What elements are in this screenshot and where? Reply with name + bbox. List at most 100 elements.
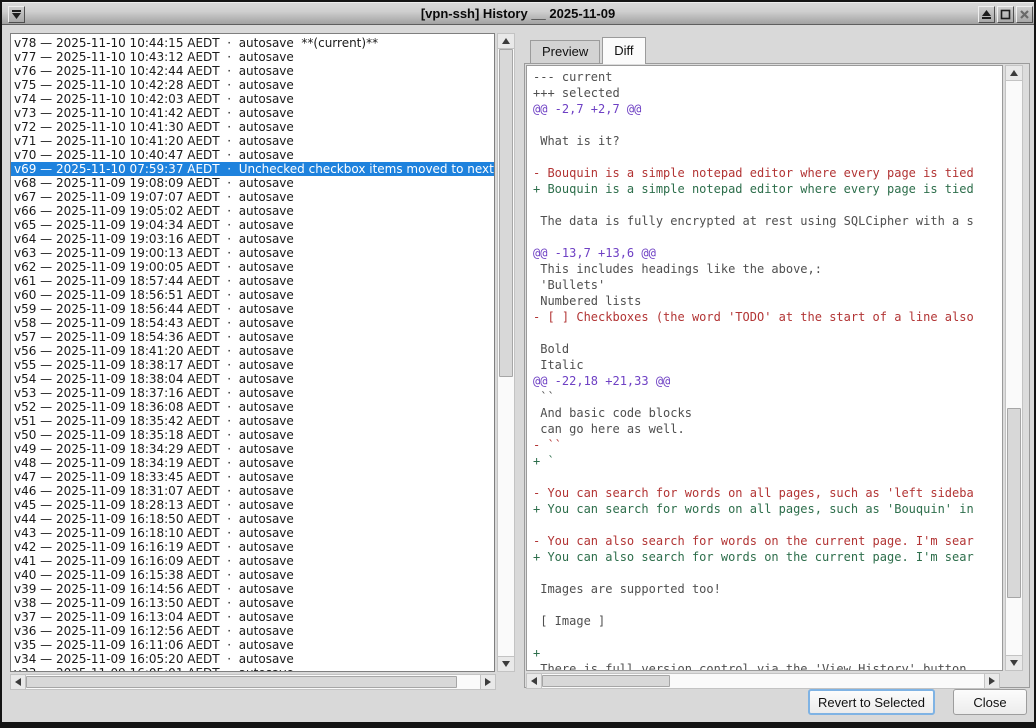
scroll-track[interactable]: [498, 49, 514, 656]
titlebar[interactable]: [vpn-ssh] History __ 2025-11-09: [2, 2, 1034, 25]
diff-text[interactable]: --- current+++ selected@@ -2,7 +2,7 @@ W…: [526, 65, 1003, 671]
history-row[interactable]: v69 — 2025-11-10 07:59:37 AEDT · Uncheck…: [11, 162, 494, 176]
scroll-up-arrow[interactable]: [1006, 66, 1022, 81]
diff-line: 'Bullets': [533, 277, 1002, 293]
history-row[interactable]: v77 — 2025-11-10 10:43:12 AEDT · autosav…: [11, 50, 494, 64]
diff-line: + Bouquin is a simple notepad editor whe…: [533, 181, 1002, 197]
scroll-thumb[interactable]: [26, 676, 457, 688]
history-row[interactable]: v68 — 2025-11-09 19:08:09 AEDT · autosav…: [11, 176, 494, 190]
shade-button[interactable]: [978, 6, 995, 23]
history-row[interactable]: v34 — 2025-11-09 16:05:20 AEDT · autosav…: [11, 652, 494, 666]
history-row[interactable]: v39 — 2025-11-09 16:14:56 AEDT · autosav…: [11, 582, 494, 596]
diff-line: [533, 117, 1002, 133]
history-row[interactable]: v33 — 2025-11-09 16:05:01 AEDT · autosav…: [11, 666, 494, 672]
diff-line: [533, 197, 1002, 213]
history-row[interactable]: v64 — 2025-11-09 19:03:16 AEDT · autosav…: [11, 232, 494, 246]
scroll-right-arrow[interactable]: [984, 674, 999, 688]
diff-line: Bold: [533, 341, 1002, 357]
history-row[interactable]: v70 — 2025-11-10 10:40:47 AEDT · autosav…: [11, 148, 494, 162]
history-row[interactable]: v46 — 2025-11-09 18:31:07 AEDT · autosav…: [11, 484, 494, 498]
scroll-up-arrow[interactable]: [498, 34, 514, 49]
diff-hscrollbar[interactable]: [526, 673, 1000, 689]
scroll-track[interactable]: [542, 674, 984, 688]
revert-button[interactable]: Revert to Selected: [808, 689, 935, 715]
history-row[interactable]: v78 — 2025-11-10 10:44:15 AEDT · autosav…: [11, 36, 494, 50]
history-row[interactable]: v52 — 2025-11-09 18:36:08 AEDT · autosav…: [11, 400, 494, 414]
diff-line: [533, 149, 1002, 165]
diff-line: What is it?: [533, 133, 1002, 149]
scroll-down-arrow[interactable]: [498, 656, 514, 671]
history-row[interactable]: v48 — 2025-11-09 18:34:19 AEDT · autosav…: [11, 456, 494, 470]
history-row[interactable]: v40 — 2025-11-09 16:15:38 AEDT · autosav…: [11, 568, 494, 582]
diff-line: +++ selected: [533, 85, 1002, 101]
diff-line: [533, 629, 1002, 645]
diff-line: [533, 597, 1002, 613]
history-row[interactable]: v35 — 2025-11-09 16:11:06 AEDT · autosav…: [11, 638, 494, 652]
history-row[interactable]: v66 — 2025-11-09 19:05:02 AEDT · autosav…: [11, 204, 494, 218]
history-row[interactable]: v49 — 2025-11-09 18:34:29 AEDT · autosav…: [11, 442, 494, 456]
diff-line: - You can search for words on all pages,…: [533, 485, 1002, 501]
history-row[interactable]: v53 — 2025-11-09 18:37:16 AEDT · autosav…: [11, 386, 494, 400]
history-row[interactable]: v61 — 2025-11-09 18:57:44 AEDT · autosav…: [11, 274, 494, 288]
diff-vscrollbar[interactable]: [1005, 65, 1023, 671]
history-row[interactable]: v73 — 2025-11-10 10:41:42 AEDT · autosav…: [11, 106, 494, 120]
diff-line: @@ -22,18 +21,33 @@: [533, 373, 1002, 389]
scroll-right-arrow[interactable]: [480, 675, 495, 689]
history-row[interactable]: v55 — 2025-11-09 18:38:17 AEDT · autosav…: [11, 358, 494, 372]
history-row[interactable]: v47 — 2025-11-09 18:33:45 AEDT · autosav…: [11, 470, 494, 484]
history-row[interactable]: v51 — 2025-11-09 18:35:42 AEDT · autosav…: [11, 414, 494, 428]
diff-line: There is full version control via the 'V…: [533, 661, 1002, 671]
close-window-button[interactable]: Close: [953, 689, 1027, 715]
scroll-left-arrow[interactable]: [11, 675, 26, 689]
scroll-thumb[interactable]: [1007, 408, 1021, 597]
maximize-button[interactable]: [997, 6, 1014, 23]
diff-line: Images are supported too!: [533, 581, 1002, 597]
diff-line: And basic code blocks: [533, 405, 1002, 421]
history-row[interactable]: v36 — 2025-11-09 16:12:56 AEDT · autosav…: [11, 624, 494, 638]
window-menu-button[interactable]: [8, 6, 25, 23]
history-hscrollbar[interactable]: [10, 674, 496, 690]
tab-bar: Preview Diff: [524, 37, 648, 63]
history-row[interactable]: v62 — 2025-11-09 19:00:05 AEDT · autosav…: [11, 260, 494, 274]
close-button[interactable]: [1016, 6, 1033, 23]
history-row[interactable]: v54 — 2025-11-09 18:38:04 AEDT · autosav…: [11, 372, 494, 386]
tab-diff[interactable]: Diff: [602, 37, 645, 64]
history-row[interactable]: v37 — 2025-11-09 16:13:04 AEDT · autosav…: [11, 610, 494, 624]
history-row[interactable]: v42 — 2025-11-09 16:16:19 AEDT · autosav…: [11, 540, 494, 554]
scroll-thumb[interactable]: [542, 675, 670, 687]
history-row[interactable]: v71 — 2025-11-10 10:41:20 AEDT · autosav…: [11, 134, 494, 148]
history-row[interactable]: v41 — 2025-11-09 16:16:09 AEDT · autosav…: [11, 554, 494, 568]
history-row[interactable]: v63 — 2025-11-09 19:00:13 AEDT · autosav…: [11, 246, 494, 260]
scroll-left-arrow[interactable]: [527, 674, 542, 688]
history-list[interactable]: v78 — 2025-11-10 10:44:15 AEDT · autosav…: [10, 33, 495, 672]
history-row[interactable]: v45 — 2025-11-09 18:28:13 AEDT · autosav…: [11, 498, 494, 512]
diff-line: - [ ] Checkboxes (the word 'TODO' at the…: [533, 309, 1002, 325]
arrow-up-icon: [1010, 70, 1018, 76]
scroll-track[interactable]: [26, 675, 480, 689]
scroll-thumb[interactable]: [499, 49, 513, 377]
history-row[interactable]: v65 — 2025-11-09 19:04:34 AEDT · autosav…: [11, 218, 494, 232]
history-row[interactable]: v75 — 2025-11-10 10:42:28 AEDT · autosav…: [11, 78, 494, 92]
diff-line: + `: [533, 453, 1002, 469]
tab-preview[interactable]: Preview: [530, 40, 600, 63]
diff-line: [533, 469, 1002, 485]
history-row[interactable]: v59 — 2025-11-09 18:56:44 AEDT · autosav…: [11, 302, 494, 316]
scroll-track[interactable]: [1006, 81, 1022, 655]
history-row[interactable]: v72 — 2025-11-10 10:41:30 AEDT · autosav…: [11, 120, 494, 134]
diff-line: - Bouquin is a simple notepad editor whe…: [533, 165, 1002, 181]
history-row[interactable]: v43 — 2025-11-09 16:18:10 AEDT · autosav…: [11, 526, 494, 540]
history-row[interactable]: v67 — 2025-11-09 19:07:07 AEDT · autosav…: [11, 190, 494, 204]
scroll-down-arrow[interactable]: [1006, 655, 1022, 670]
diff-line: + You can also search for words on the c…: [533, 549, 1002, 565]
history-row[interactable]: v76 — 2025-11-10 10:42:44 AEDT · autosav…: [11, 64, 494, 78]
history-row[interactable]: v58 — 2025-11-09 18:54:43 AEDT · autosav…: [11, 316, 494, 330]
history-row[interactable]: v60 — 2025-11-09 18:56:51 AEDT · autosav…: [11, 288, 494, 302]
history-row[interactable]: v57 — 2025-11-09 18:54:36 AEDT · autosav…: [11, 330, 494, 344]
history-row[interactable]: v50 — 2025-11-09 18:35:18 AEDT · autosav…: [11, 428, 494, 442]
history-row[interactable]: v38 — 2025-11-09 16:13:50 AEDT · autosav…: [11, 596, 494, 610]
history-vscrollbar[interactable]: [497, 33, 515, 672]
arrow-left-icon: [531, 677, 537, 685]
history-row[interactable]: v56 — 2025-11-09 18:41:20 AEDT · autosav…: [11, 344, 494, 358]
history-row[interactable]: v74 — 2025-11-10 10:42:03 AEDT · autosav…: [11, 92, 494, 106]
history-row[interactable]: v44 — 2025-11-09 16:18:50 AEDT · autosav…: [11, 512, 494, 526]
